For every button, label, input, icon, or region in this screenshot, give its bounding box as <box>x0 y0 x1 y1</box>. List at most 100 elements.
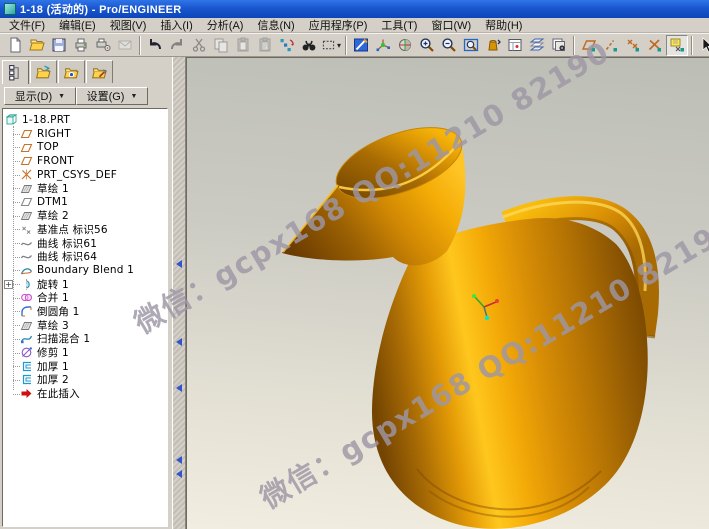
menu-item[interactable]: 信息(N) <box>250 17 301 33</box>
datum-plane-orange-icon <box>20 141 33 154</box>
nav-tab-favorites[interactable] <box>58 60 85 83</box>
settings-button[interactable]: 设置(G) ▼ <box>76 87 148 105</box>
regenerate-button[interactable] <box>276 35 298 56</box>
tree-item[interactable]: 加厚 2 <box>3 373 167 387</box>
tree-item[interactable]: 合并 1 <box>3 291 167 305</box>
tree-item[interactable]: 基准点 标识56 <box>3 223 167 237</box>
view-manager-button[interactable] <box>548 35 570 56</box>
splitter-collapse-icon[interactable] <box>176 260 182 268</box>
toggle-datum-axes-button[interactable] <box>600 35 622 56</box>
title-bar[interactable]: 1-18 (活动的) - Pro/ENGINEER <box>0 0 709 18</box>
settings-button-label: 设置(G) <box>87 88 125 104</box>
new-file-icon <box>7 37 23 53</box>
panel-splitter[interactable] <box>172 57 186 529</box>
saved-view-list-button[interactable] <box>504 35 526 56</box>
tree-item[interactable]: Boundary Blend 1 <box>3 264 167 278</box>
paste-special-button[interactable] <box>254 35 276 56</box>
toggle-datum-points-button[interactable] <box>622 35 644 56</box>
zoom-out-button[interactable] <box>438 35 460 56</box>
splitter-collapse-icon[interactable] <box>176 456 182 464</box>
layers-button[interactable] <box>526 35 548 56</box>
tree-item-label: RIGHT <box>37 128 71 140</box>
expand-toggle[interactable]: + <box>4 280 13 289</box>
splitter-collapse-icon[interactable] <box>176 338 182 346</box>
undo-button[interactable] <box>144 35 166 56</box>
tree-item[interactable]: 曲线 标识64 <box>3 250 167 264</box>
menu-item[interactable]: 视图(V) <box>103 17 154 33</box>
window-title: 1-18 (活动的) - Pro/ENGINEER <box>20 1 182 17</box>
copy-button[interactable] <box>210 35 232 56</box>
toggle-spin-center-button[interactable] <box>372 35 394 56</box>
tree-item[interactable]: 草绘 3 <box>3 318 167 332</box>
favorites-icon <box>63 64 80 81</box>
menu-item[interactable]: 帮助(H) <box>478 17 529 33</box>
open-file-button[interactable] <box>26 35 48 56</box>
tree-item[interactable]: 1-18.PRT <box>3 113 167 127</box>
reorient-button[interactable] <box>394 35 416 56</box>
send-mail-button[interactable] <box>114 35 136 56</box>
find-button[interactable] <box>298 35 320 56</box>
new-file-button[interactable] <box>4 35 26 56</box>
menu-bar: 文件(F)编辑(E)视图(V)插入(I)分析(A)信息(N)应用程序(P)工具(… <box>0 18 709 33</box>
named-view-icon <box>485 37 501 53</box>
tree-item[interactable]: DTM1 <box>3 195 167 209</box>
regenerate-icon <box>279 37 295 53</box>
paste-button[interactable] <box>232 35 254 56</box>
refit-button[interactable] <box>460 35 482 56</box>
tree-item[interactable]: +旋转 1 <box>3 277 167 291</box>
view-manager-icon <box>551 37 567 53</box>
tree-item[interactable]: TOP <box>3 140 167 154</box>
chevron-down-icon: ▼ <box>130 93 137 100</box>
tree-item[interactable]: 在此插入 <box>3 387 167 401</box>
tree-item[interactable]: 加厚 1 <box>3 359 167 373</box>
tree-item[interactable]: 倒圆角 1 <box>3 305 167 319</box>
chevron-down-icon: ▼ <box>58 93 65 100</box>
model-tree[interactable]: 1-18.PRTRIGHTTOPFRONTPRT_CSYS_DEF草绘 1DTM… <box>2 108 168 527</box>
tree-item[interactable]: 扫描混合 1 <box>3 332 167 346</box>
menu-item[interactable]: 文件(F) <box>2 17 52 33</box>
orient-mode-button[interactable] <box>482 35 504 56</box>
nav-tab-model-tree[interactable] <box>2 60 29 84</box>
selection-filter-button[interactable]: ▾ <box>320 35 342 56</box>
revolve-icon <box>20 278 33 291</box>
tree-item[interactable]: 草绘 2 <box>3 209 167 223</box>
sketch-icon <box>20 182 33 195</box>
splitter-collapse-icon[interactable] <box>176 470 182 478</box>
redraw-button[interactable] <box>350 35 372 56</box>
zoom-in-button[interactable] <box>416 35 438 56</box>
print-setup-button[interactable] <box>92 35 114 56</box>
print-button[interactable] <box>70 35 92 56</box>
toggle-datum-planes-button[interactable] <box>578 35 600 56</box>
tree-item[interactable]: 修剪 1 <box>3 346 167 360</box>
csys-feature-icon <box>20 168 33 181</box>
show-button[interactable]: 显示(D) ▼ <box>4 87 76 105</box>
nav-tab-connections[interactable] <box>86 60 113 83</box>
tree-item[interactable]: RIGHT <box>3 127 167 141</box>
viewport-canvas[interactable] <box>187 58 709 529</box>
tree-item[interactable]: FRONT <box>3 154 167 168</box>
trim-icon <box>20 346 33 359</box>
menu-item[interactable]: 插入(I) <box>153 17 199 33</box>
undo-icon <box>147 37 163 53</box>
model-viewport[interactable] <box>186 57 709 529</box>
tree-item[interactable]: 曲线 标识61 <box>3 236 167 250</box>
menu-item[interactable]: 工具(T) <box>374 17 424 33</box>
menu-item[interactable]: 分析(A) <box>200 17 251 33</box>
redo-button[interactable] <box>166 35 188 56</box>
toggle-csys-button[interactable] <box>644 35 666 56</box>
pitcher-model[interactable] <box>282 113 655 529</box>
tree-item[interactable]: PRT_CSYS_DEF <box>3 168 167 182</box>
nav-tab-folder-browser[interactable] <box>30 60 57 83</box>
toggle-annotations-button[interactable] <box>666 35 688 56</box>
cut-button[interactable] <box>188 35 210 56</box>
select-button[interactable] <box>696 35 709 56</box>
save-button[interactable] <box>48 35 70 56</box>
main-toolbar: ▾ <box>0 33 709 57</box>
show-button-label: 显示(D) <box>15 88 52 104</box>
part-icon <box>5 113 18 126</box>
menu-item[interactable]: 应用程序(P) <box>302 17 375 33</box>
menu-item[interactable]: 编辑(E) <box>52 17 103 33</box>
menu-item[interactable]: 窗口(W) <box>424 17 478 33</box>
splitter-collapse-icon[interactable] <box>176 384 182 392</box>
tree-item[interactable]: 草绘 1 <box>3 181 167 195</box>
